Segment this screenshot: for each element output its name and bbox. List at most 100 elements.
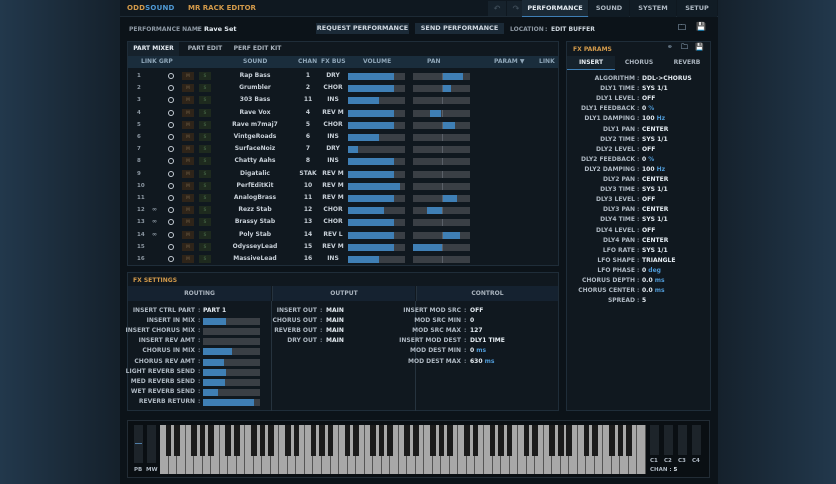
white-key[interactable] <box>637 425 646 474</box>
sound-name[interactable]: Rezz Stab <box>208 204 302 216</box>
channel[interactable]: 5 <box>296 119 320 131</box>
channel[interactable]: STAK <box>296 168 320 180</box>
routing-slider[interactable] <box>203 368 260 376</box>
volume-slider[interactable] <box>348 207 405 215</box>
black-key[interactable] <box>233 425 240 456</box>
param-value[interactable]: SYS 1/1 <box>642 185 668 195</box>
pan-slider[interactable] <box>413 256 470 263</box>
black-key[interactable] <box>165 425 172 456</box>
param-value[interactable]: CENTER <box>642 175 668 185</box>
part-enable-toggle[interactable] <box>168 243 174 250</box>
param-value[interactable]: 0 deg <box>642 266 661 276</box>
fx-bus[interactable]: INS <box>318 94 348 106</box>
channel[interactable]: 2 <box>296 82 320 94</box>
black-key[interactable] <box>344 425 351 456</box>
control-value[interactable]: OFF <box>470 306 483 316</box>
black-key[interactable] <box>268 425 274 456</box>
channel[interactable]: 15 <box>296 241 320 253</box>
control-value[interactable]: 630 ms <box>470 357 494 367</box>
param-value[interactable]: OFF <box>642 226 655 236</box>
black-key[interactable] <box>626 425 632 456</box>
volume-slider[interactable] <box>348 109 405 117</box>
param-value[interactable]: DDL->CHORUS <box>642 74 692 84</box>
part-enable-toggle[interactable] <box>168 182 174 189</box>
param-value[interactable]: CENTER <box>642 125 668 135</box>
send-performance-button[interactable]: SEND PERFORMANCE <box>415 23 504 34</box>
controller-slider-c2[interactable] <box>664 425 673 455</box>
black-key[interactable] <box>310 425 317 456</box>
link-group-icon[interactable]: ∞ <box>152 229 157 241</box>
black-key[interactable] <box>447 425 453 456</box>
fx-bus[interactable]: CHOR <box>318 216 348 228</box>
mute-button[interactable]: M <box>182 242 194 251</box>
pitch-bend-slider[interactable] <box>134 425 143 463</box>
pan-slider[interactable] <box>413 207 470 215</box>
tab-part-mixer[interactable]: PART MIXER <box>128 42 179 56</box>
control-value[interactable]: 127 <box>470 326 483 336</box>
param-value[interactable]: 100 Hz <box>642 114 665 124</box>
channel[interactable]: 11 <box>296 94 320 106</box>
black-key[interactable] <box>489 425 496 456</box>
black-key[interactable] <box>523 425 530 456</box>
mute-button[interactable]: M <box>182 133 194 141</box>
volume-slider[interactable] <box>348 243 405 251</box>
mute-button[interactable]: M <box>182 194 194 202</box>
sound-name[interactable]: Chatty Aahs <box>208 155 302 167</box>
black-key[interactable] <box>549 425 555 456</box>
controller-slider-c3[interactable] <box>678 425 687 455</box>
black-key[interactable] <box>438 425 445 456</box>
tab-setup[interactable]: SETUP <box>677 0 717 17</box>
pan-slider[interactable] <box>413 73 470 80</box>
black-key[interactable] <box>464 425 470 456</box>
param-value[interactable]: SYS 1/1 <box>642 215 668 225</box>
part-enable-toggle[interactable] <box>168 170 174 177</box>
controller-slider-c4[interactable] <box>692 425 701 455</box>
part-enable-toggle[interactable] <box>168 97 174 104</box>
sound-name[interactable]: Rave m7maj7 <box>208 119 302 131</box>
mute-button[interactable]: M <box>182 145 194 154</box>
part-enable-toggle[interactable] <box>168 85 174 92</box>
mute-button[interactable]: M <box>182 218 194 227</box>
part-enable-toggle[interactable] <box>168 121 174 128</box>
volume-slider[interactable] <box>348 256 405 263</box>
mute-button[interactable]: M <box>182 255 194 263</box>
part-enable-toggle[interactable] <box>168 109 174 116</box>
param-value[interactable]: TRIANGLE <box>642 256 675 266</box>
pan-slider[interactable] <box>413 85 470 93</box>
black-key[interactable] <box>506 425 513 456</box>
folder-icon[interactable]: 🗀 <box>681 43 688 54</box>
pan-slider[interactable] <box>413 146 470 154</box>
link-group-icon[interactable]: ∞ <box>152 204 157 216</box>
channel[interactable]: 6 <box>296 131 320 143</box>
black-key[interactable] <box>191 425 197 456</box>
black-key[interactable] <box>566 425 573 456</box>
fx-bus[interactable]: INS <box>318 131 348 143</box>
routing-slider[interactable] <box>203 378 260 386</box>
tab-system[interactable]: SYSTEM <box>630 0 676 17</box>
channel[interactable]: 7 <box>296 143 320 155</box>
pan-slider[interactable] <box>413 121 470 129</box>
sound-name[interactable]: Brassy Stab <box>208 216 302 228</box>
param-value[interactable]: SYS 1/1 <box>642 135 668 145</box>
fx-bus[interactable]: CHOR <box>318 82 348 94</box>
part-enable-toggle[interactable] <box>168 195 174 201</box>
save-icon[interactable]: 💾 <box>696 22 706 31</box>
volume-slider[interactable] <box>348 134 405 141</box>
param-value[interactable]: 0 % <box>642 155 654 165</box>
param-value[interactable]: OFF <box>642 94 655 104</box>
pan-slider[interactable] <box>413 219 470 227</box>
chan-value[interactable]: 5 <box>674 467 678 473</box>
tab-part-edit[interactable]: PART EDIT <box>183 42 227 56</box>
black-key[interactable] <box>250 425 257 456</box>
black-key[interactable] <box>532 425 538 456</box>
black-key[interactable] <box>617 425 624 456</box>
fx-bus[interactable]: CHOR <box>318 119 348 131</box>
param-value[interactable]: 100 Hz <box>642 165 665 175</box>
black-key[interactable] <box>370 425 376 456</box>
part-enable-toggle[interactable] <box>168 207 174 214</box>
request-performance-button[interactable]: REQUEST PERFORMANCE <box>316 23 409 34</box>
part-enable-toggle[interactable] <box>168 256 174 262</box>
black-key[interactable] <box>498 425 504 456</box>
mute-button[interactable]: M <box>182 96 194 105</box>
channel[interactable]: 11 <box>296 192 320 204</box>
